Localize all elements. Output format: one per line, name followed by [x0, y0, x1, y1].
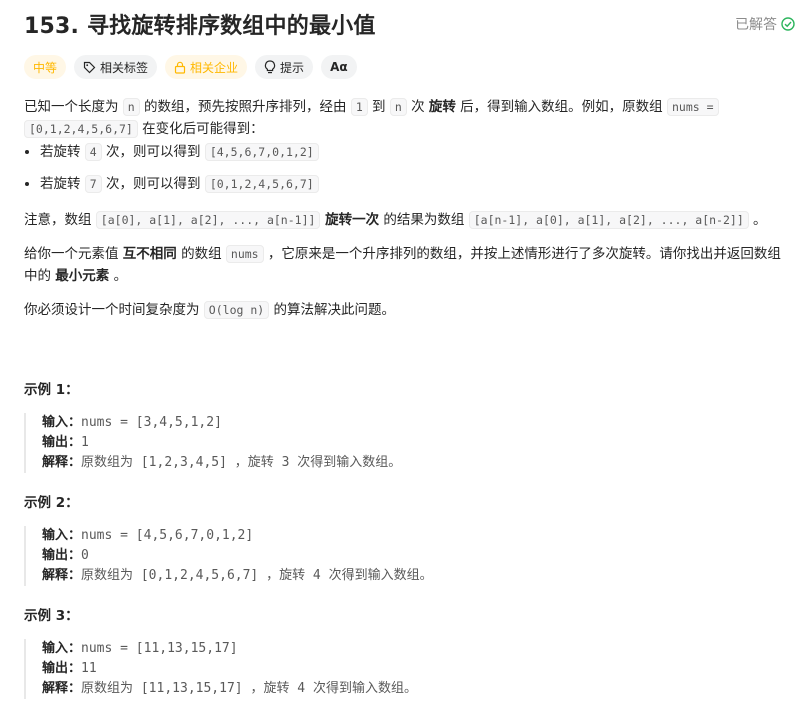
text: 的结果为数组	[379, 212, 469, 228]
text: 若旋转	[40, 144, 85, 160]
explain-label: 解释：	[42, 455, 82, 470]
example-input: nums = [11,13,15,17]	[81, 641, 238, 656]
output-label: 输出：	[42, 661, 82, 676]
text: 原数组为	[81, 568, 134, 583]
inline-code: nums	[225, 245, 264, 263]
inline-code: 7	[84, 175, 102, 193]
text: 。	[748, 212, 767, 228]
example-output: 0	[81, 548, 89, 563]
list-item: 若旋转 7 次，则可以得到 [0,1,2,4,5,6,7]	[40, 173, 784, 195]
text: 注意，数组	[24, 212, 96, 228]
hint-label: 提示	[280, 60, 305, 75]
problem-statement: 已知一个长度为 n 的数组，预先按照升序排列，经由 1 到 n 次 旋转 后，得…	[24, 96, 784, 321]
text: 次得到输入数组。	[312, 681, 417, 696]
text: 后，得到输入数组。例如，原数组	[455, 99, 667, 115]
example-2-title: 示例 2：	[24, 495, 79, 511]
example-input: nums = [3,4,5,1,2]	[81, 415, 222, 430]
list-item: 若旋转 4 次，则可以得到 [4,5,6,7,0,1,2]	[40, 141, 784, 163]
text: 在变化后可能得到：	[137, 121, 264, 137]
font-size-button[interactable]: Aα	[321, 55, 357, 79]
example-input: nums = [4,5,6,7,0,1,2]	[81, 528, 254, 543]
text: 3	[273, 455, 298, 470]
inline-code: 4	[84, 143, 102, 161]
inline-code: [0,1,2,4,5,6,7]	[204, 175, 319, 193]
bold-text: 旋转	[428, 99, 456, 115]
explain-label: 解释：	[42, 681, 82, 696]
statement-paragraph-4: 你必须设计一个时间复杂度为 O(log n) 的算法解决此问题。	[24, 299, 784, 321]
lightbulb-icon	[264, 60, 276, 74]
text: 若旋转	[40, 176, 85, 192]
problem-tags: 中等 相关标签 相关企业 提示 Aα	[24, 55, 357, 79]
text: 次得到输入数组。	[328, 568, 433, 583]
inline-code: [a[n-1], a[0], a[1], a[2], ..., a[n-2]]	[468, 211, 749, 229]
font-size-icon: Aα	[330, 60, 348, 74]
example-output: 11	[81, 661, 97, 676]
example-1-block: 输入：nums = [3,4,5,1,2] 输出：1 解释：原数组为 [1,2,…	[24, 413, 401, 473]
bold-text: 最小元素	[55, 268, 110, 284]
bold-text: 互不相同	[122, 246, 177, 262]
text: 。	[109, 268, 128, 284]
lock-icon	[174, 61, 186, 74]
example-1-title: 示例 1：	[24, 382, 79, 398]
text: 次，则可以得到	[101, 176, 205, 192]
problem-description-panel: 153. 寻找旋转排序数组中的最小值 已解答 中等 相关标签 相关企业 提示 A…	[0, 0, 809, 724]
example-2-block: 输入：nums = [4,5,6,7,0,1,2] 输出：0 解释：原数组为 […	[24, 526, 433, 586]
solved-status-label: 已解答	[735, 17, 777, 33]
text: 原数组为	[81, 455, 134, 470]
text: ，旋转	[266, 568, 306, 583]
output-label: 输出：	[42, 548, 82, 563]
text: 已知一个长度为	[24, 99, 123, 115]
problem-title: 153. 寻找旋转排序数组中的最小值	[24, 14, 376, 39]
difficulty-label: 中等	[33, 60, 58, 75]
bold-text: 旋转一次	[320, 212, 380, 228]
related-topics-button[interactable]: 相关标签	[74, 55, 158, 79]
inline-code: 1	[350, 98, 368, 116]
inline-code: [0,1,2,4,5,6,7]	[24, 120, 138, 138]
inline-code: n	[389, 98, 407, 116]
inline-code: nums =	[666, 98, 719, 116]
example-3-title: 示例 3：	[24, 608, 79, 624]
text: ，旋转	[234, 455, 274, 470]
text: [0,1,2,4,5,6,7]	[133, 568, 267, 583]
output-label: 输出：	[42, 435, 82, 450]
text: 你必须设计一个时间复杂度为	[24, 302, 204, 318]
text: 原数组为	[81, 681, 134, 696]
statement-paragraph-1: 已知一个长度为 n 的数组，预先按照升序排列，经由 1 到 n 次 旋转 后，得…	[24, 96, 784, 140]
related-companies-label: 相关企业	[190, 60, 239, 75]
text: 给你一个元素值	[24, 246, 123, 262]
related-companies-button[interactable]: 相关企业	[165, 55, 248, 79]
statement-paragraph-2: 注意，数组 [a[0], a[1], a[2], ..., a[n-1]] 旋转…	[24, 209, 784, 231]
text: 4	[289, 681, 313, 696]
difficulty-badge: 中等	[24, 55, 67, 79]
input-label: 输入：	[42, 641, 82, 656]
check-circle-icon	[781, 17, 795, 31]
text: 的数组，预先按照升序排列，经由	[139, 99, 351, 115]
text: [11,13,15,17]	[133, 681, 251, 696]
inline-code: [a[0], a[1], a[2], ..., a[n-1]]	[95, 211, 321, 229]
tag-icon	[83, 61, 96, 74]
text: 次得到输入数组。	[297, 455, 402, 470]
input-label: 输入：	[42, 528, 82, 543]
inline-code: [4,5,6,7,0,1,2]	[204, 143, 319, 161]
explain-label: 解释：	[42, 568, 82, 583]
text: 的数组	[176, 246, 226, 262]
inline-code: n	[122, 98, 140, 116]
hint-button[interactable]: 提示	[255, 55, 314, 79]
inline-code: O(log n)	[203, 301, 270, 319]
statement-paragraph-3: 给你一个元素值 互不相同 的数组 nums ，它原来是一个升序排列的数组，并按上…	[24, 243, 784, 287]
text: 到	[367, 99, 390, 115]
text: 4	[305, 568, 329, 583]
input-label: 输入：	[42, 415, 82, 430]
text: [1,2,3,4,5]	[133, 455, 235, 470]
rotation-examples-list: 若旋转 4 次，则可以得到 [4,5,6,7,0,1,2] 若旋转 7 次，则可…	[24, 141, 784, 195]
text: ，旋转	[250, 681, 290, 696]
solved-status: 已解答	[735, 14, 795, 34]
example-output: 1	[81, 435, 89, 450]
text: 次	[406, 99, 429, 115]
text: 次，则可以得到	[101, 144, 205, 160]
text: 的算法解决此问题。	[269, 302, 395, 318]
example-3-block: 输入：nums = [11,13,15,17] 输出：11 解释：原数组为 [1…	[24, 639, 417, 699]
related-topics-label: 相关标签	[100, 60, 149, 75]
